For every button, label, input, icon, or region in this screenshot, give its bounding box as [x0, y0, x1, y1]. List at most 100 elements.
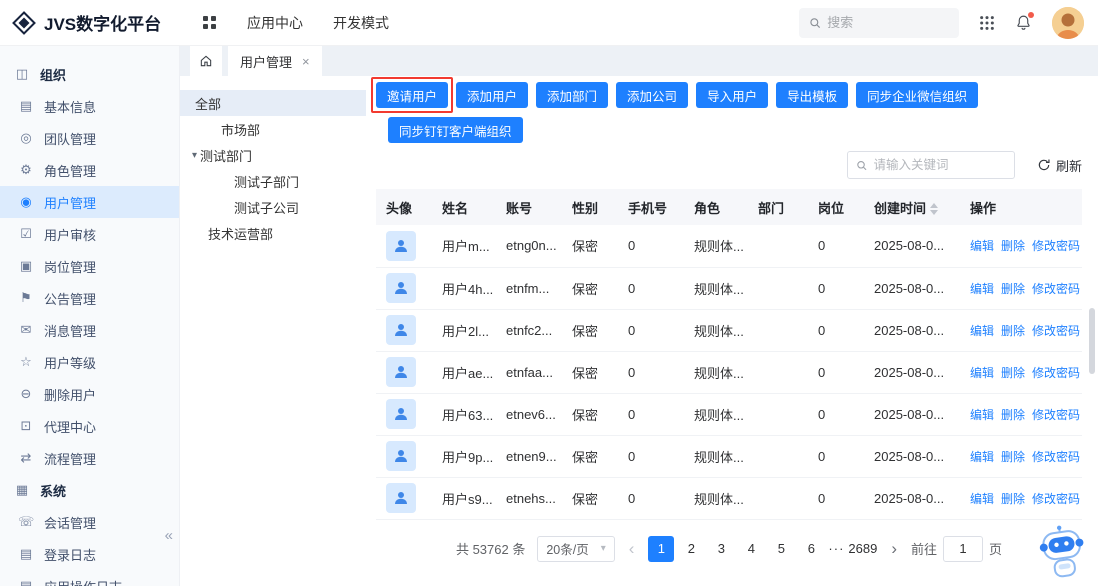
toolbar-button[interactable]: 导入用户	[696, 82, 768, 108]
cell-phone: 0	[618, 393, 684, 435]
page-button[interactable]: 2	[678, 536, 704, 562]
change-password-link[interactable]: 修改密码	[1032, 366, 1080, 380]
sidebar-item[interactable]: ▤ 登录日志	[0, 538, 179, 570]
change-password-link[interactable]: 修改密码	[1032, 492, 1080, 506]
app-launcher-icon[interactable]	[979, 15, 995, 31]
tab-home[interactable]	[190, 46, 222, 76]
sidebar-item[interactable]: ◎ 团队管理	[0, 122, 179, 154]
delete-link[interactable]: 删除	[1001, 282, 1025, 296]
sidebar-item[interactable]: ◉ 用户管理	[0, 186, 179, 218]
tree-node[interactable]: 全部	[180, 90, 366, 116]
page-button[interactable]: 6	[798, 536, 824, 562]
next-page-button[interactable]: ›	[889, 540, 899, 557]
edit-link[interactable]: 编辑	[970, 450, 994, 464]
table-row: 用户m... etng0n... 保密 0 规则体... 0 2025-08-0…	[376, 225, 1082, 267]
global-search-input[interactable]	[827, 15, 949, 30]
tree-node[interactable]: ▾ 测试部门	[180, 142, 366, 168]
toolbar-button[interactable]: 导出模板	[776, 82, 848, 108]
sidebar-collapse-button[interactable]: «	[165, 527, 173, 544]
column-label: 角色	[694, 201, 720, 216]
change-password-link[interactable]: 修改密码	[1032, 408, 1080, 422]
table-row: 用户9p... etnen9... 保密 0 规则体... 0 2025-08-…	[376, 435, 1082, 477]
change-password-link[interactable]: 修改密码	[1032, 450, 1080, 464]
bell-icon[interactable]	[1015, 14, 1032, 31]
nav-app-center[interactable]: 应用中心	[247, 13, 303, 33]
sidebar-section-organization[interactable]: ◫ 组织	[0, 58, 179, 90]
change-password-link[interactable]: 修改密码	[1032, 324, 1080, 338]
tab-close-icon[interactable]: ×	[302, 54, 310, 69]
change-password-link[interactable]: 修改密码	[1032, 239, 1080, 253]
apps-grid-icon[interactable]	[202, 15, 217, 30]
keyword-search[interactable]	[847, 151, 1015, 179]
global-search[interactable]	[799, 8, 959, 38]
goto-page-input[interactable]	[943, 536, 983, 562]
delete-link[interactable]: 删除	[1001, 324, 1025, 338]
sort-carets-icon[interactable]	[930, 203, 938, 215]
table-row: 用户2l... etnfc2... 保密 0 规则体... 0 2025-08-…	[376, 309, 1082, 351]
toolbar-button[interactable]: 添加公司	[616, 82, 688, 108]
sidebar-item[interactable]: ⇄ 流程管理	[0, 442, 179, 474]
sidebar-section-label: 组织	[40, 65, 66, 84]
edit-link[interactable]: 编辑	[970, 239, 994, 253]
sidebar-item[interactable]: ▤ 应用操作日志	[0, 570, 179, 586]
keyword-search-input[interactable]	[873, 158, 1006, 172]
page-size-value: 20条/页	[546, 539, 588, 558]
logo: JVS数字化平台	[0, 10, 180, 35]
toolbar-button[interactable]: 添加部门	[536, 82, 608, 108]
delete-link[interactable]: 删除	[1001, 492, 1025, 506]
edit-link[interactable]: 编辑	[970, 408, 994, 422]
cell-created: 2025-08-0...	[864, 309, 960, 351]
change-password-link[interactable]: 修改密码	[1032, 282, 1080, 296]
cell-account: etng0n...	[496, 225, 562, 267]
sidebar-item[interactable]: ▤ 基本信息	[0, 90, 179, 122]
sidebar-item[interactable]: ⊡ 代理中心	[0, 410, 179, 442]
nav-dev-mode[interactable]: 开发模式	[333, 13, 389, 33]
toolbar-button[interactable]: 邀请用户	[376, 82, 448, 108]
prev-page-button[interactable]: ‹	[627, 540, 637, 557]
refresh-button[interactable]: 刷新	[1037, 156, 1082, 175]
sidebar-item-label: 基本信息	[44, 97, 96, 116]
page-size-select[interactable]: 20条/页 ▾	[537, 536, 614, 562]
cell-gender: 保密	[562, 267, 618, 309]
sidebar-item[interactable]: ⊖ 删除用户	[0, 378, 179, 410]
sidebar-item[interactable]: ▣ 岗位管理	[0, 250, 179, 282]
delete-link[interactable]: 删除	[1001, 366, 1025, 380]
sidebar-item[interactable]: ⚑ 公告管理	[0, 282, 179, 314]
toolbar-button[interactable]: 同步钉钉客户端组织	[388, 117, 523, 143]
tab-user-management[interactable]: 用户管理 ×	[228, 46, 322, 76]
user-avatar[interactable]	[1052, 7, 1084, 39]
tree-node[interactable]: 市场部	[180, 116, 366, 142]
edit-link[interactable]: 编辑	[970, 324, 994, 338]
sidebar-item[interactable]: ⚙ 角色管理	[0, 154, 179, 186]
edit-link[interactable]: 编辑	[970, 492, 994, 506]
edit-link[interactable]: 编辑	[970, 366, 994, 380]
page-button[interactable]: 5	[768, 536, 794, 562]
delete-link[interactable]: 删除	[1001, 450, 1025, 464]
edit-link[interactable]: 编辑	[970, 282, 994, 296]
delete-link[interactable]: 删除	[1001, 408, 1025, 422]
logo-icon	[12, 11, 36, 35]
cell-name: 用户9p...	[432, 435, 496, 477]
page-button[interactable]: 3	[708, 536, 734, 562]
more-pages-button[interactable]: ···	[828, 541, 844, 556]
last-page-button[interactable]: 2689	[848, 536, 877, 562]
cell-created: 2025-08-0...	[864, 267, 960, 309]
toolbar-button[interactable]: 添加用户	[456, 82, 528, 108]
toolbar-button[interactable]: 同步企业微信组织	[856, 82, 978, 108]
cell-post: 0	[808, 477, 864, 519]
page-button[interactable]: 1	[648, 536, 674, 562]
sidebar-item[interactable]: ☑ 用户审核	[0, 218, 179, 250]
tree-node[interactable]: 测试子部门	[180, 168, 366, 194]
sidebar-section-system[interactable]: ▦ 系统	[0, 474, 179, 506]
page-button[interactable]: 4	[738, 536, 764, 562]
tree-node[interactable]: 测试子公司	[180, 194, 366, 220]
table-scrollbar[interactable]	[1089, 308, 1095, 374]
cell-dept	[748, 393, 808, 435]
delete-link[interactable]: 删除	[1001, 239, 1025, 253]
sidebar-item[interactable]: ✉ 消息管理	[0, 314, 179, 346]
sidebar-item[interactable]: ☆ 用户等级	[0, 346, 179, 378]
sidebar-item-icon: ☑	[18, 226, 34, 242]
tree-node[interactable]: 技术运营部	[180, 220, 366, 246]
assistant-mascot[interactable]	[1032, 525, 1094, 586]
sidebar-item[interactable]: ☏ 会话管理	[0, 506, 179, 538]
